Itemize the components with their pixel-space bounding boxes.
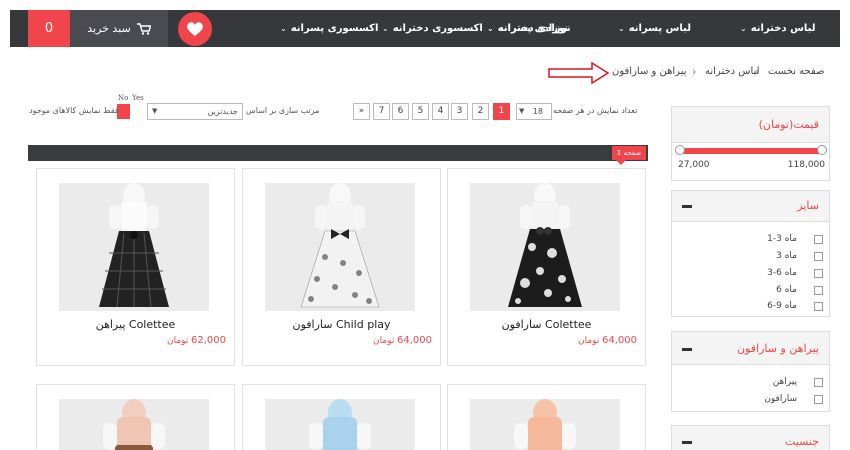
- cart-count-badge[interactable]: 0: [28, 10, 70, 47]
- page-3-button[interactable]: 3: [451, 103, 468, 120]
- annotation-arrow-icon: [548, 62, 610, 84]
- product-card[interactable]: پیراهن Colettee 62,000 تومان: [36, 168, 235, 366]
- price-min-handle[interactable]: [675, 145, 685, 155]
- nav-girls-clothing[interactable]: ⌄ لباس دخترانه: [740, 10, 815, 47]
- nav-girls-accessories[interactable]: ⌄ اکسسوری دخترانه: [382, 10, 483, 47]
- size-filter-panel: سایز 1-3 ماه 3 ماه 3-6 ماه 6 ماه 6-9 ماه: [671, 190, 830, 317]
- nav-boys-accessories[interactable]: ⌄ اکسسوری پسرانه: [280, 10, 378, 47]
- page-4-button[interactable]: 4: [432, 103, 449, 120]
- size-option: 1-3 ماه: [767, 234, 797, 244]
- sort-label: مرتب سازی بر اساس: [246, 106, 320, 115]
- product-grid-header: [28, 145, 648, 161]
- size-filter-title: سایز: [797, 199, 819, 212]
- product-name[interactable]: پیراهن Colettee: [37, 318, 234, 331]
- product-currency: تومان: [578, 336, 600, 346]
- product-image[interactable]: [59, 183, 209, 311]
- product-currency: تومان: [373, 336, 395, 346]
- breadcrumb-home[interactable]: صفحه نخست: [768, 66, 825, 77]
- breadcrumb-current: پیراهن و سارافون: [612, 66, 687, 77]
- category-checkbox[interactable]: [814, 378, 823, 387]
- nav-boys-clothing[interactable]: ⌄ لباس پسرانه: [618, 10, 691, 47]
- price-filter-title: قیمت(تومان): [758, 118, 819, 131]
- category-option: سارافون: [764, 394, 797, 404]
- page-indicator-badge: صفحه 1: [612, 146, 646, 160]
- toggle-yes-label: Yes: [132, 94, 144, 102]
- per-page-select[interactable]: ▼ 18: [516, 103, 552, 120]
- product-image[interactable]: [265, 399, 415, 450]
- per-page-label: تعداد نمایش در هر صفحه: [553, 106, 638, 115]
- size-option: 3-6 ماه: [767, 268, 797, 278]
- nav-baby-boys[interactable]: ⌄ نوزادی پسرانه: [487, 10, 568, 47]
- chevron-down-icon: ⌄: [382, 24, 389, 33]
- product-price: 64,000: [602, 335, 637, 346]
- collapse-icon[interactable]: [682, 205, 692, 208]
- toggle-no-label: No: [118, 94, 129, 102]
- page-2-button[interactable]: 2: [472, 103, 489, 120]
- product-image[interactable]: [470, 399, 620, 450]
- category-filter-panel: پیراهن و سارافون پیراهن سارافون: [671, 331, 830, 412]
- badge-pointer-icon: [616, 160, 626, 165]
- price-min-value: 27,000: [678, 160, 710, 170]
- chevron-down-icon: ⌄: [740, 24, 747, 33]
- cart-button[interactable]: سبد خرید: [70, 10, 168, 47]
- page-7-button[interactable]: 7: [373, 103, 390, 120]
- next-page-button[interactable]: »: [353, 103, 370, 120]
- size-option: 6 ماه: [776, 285, 797, 295]
- size-checkbox[interactable]: [814, 269, 823, 278]
- size-option: 6-9 ماه: [767, 301, 797, 311]
- price-max-value: 118,000: [787, 160, 825, 170]
- page-5-button[interactable]: 5: [412, 103, 429, 120]
- chevron-right-icon: ›: [692, 65, 697, 78]
- page-1-button[interactable]: 1: [493, 103, 510, 120]
- wishlist-button[interactable]: [178, 12, 212, 46]
- product-card[interactable]: سارافون Colettee 64,000 تومان: [447, 168, 646, 366]
- product-name[interactable]: سارافون Child play: [243, 318, 440, 331]
- product-image[interactable]: [470, 183, 620, 311]
- product-image[interactable]: [59, 399, 209, 450]
- size-checkbox[interactable]: [814, 286, 823, 295]
- collapse-icon[interactable]: [682, 441, 692, 444]
- product-currency: تومان: [167, 336, 189, 346]
- dropdown-arrow-icon: ▼: [152, 107, 158, 115]
- breadcrumb-girls-clothing[interactable]: لباس دخترانه: [705, 66, 760, 77]
- heart-icon: [187, 22, 203, 36]
- price-range-track[interactable]: [678, 148, 824, 154]
- size-option: 3 ماه: [776, 251, 797, 261]
- cart-label: سبد خرید: [87, 22, 131, 35]
- dropdown-arrow-icon: ▼: [519, 107, 525, 115]
- category-filter-title: پیراهن و سارافون: [737, 342, 819, 355]
- chevron-down-icon: ⌄: [487, 24, 494, 33]
- product-card[interactable]: [36, 384, 235, 450]
- cart-icon: [136, 22, 151, 35]
- chevron-down-icon: ⌄: [618, 24, 625, 33]
- gender-filter-panel: جنسیت: [671, 425, 830, 450]
- price-max-handle[interactable]: [817, 145, 827, 155]
- price-filter-panel: قیمت(تومان) 27,000 118,000: [671, 106, 830, 181]
- product-card[interactable]: [447, 384, 646, 450]
- page-6-button[interactable]: 6: [392, 103, 409, 120]
- product-price: 64,000: [397, 335, 432, 346]
- product-image[interactable]: [265, 183, 415, 311]
- size-checkbox[interactable]: [814, 235, 823, 244]
- sort-select[interactable]: ▼ جدیدترین: [147, 103, 243, 120]
- chevron-down-icon: ⌄: [280, 24, 287, 33]
- collapse-icon[interactable]: [682, 348, 692, 351]
- product-card[interactable]: [242, 384, 441, 450]
- in-stock-label: فقط نمایش کالاهای موجود: [29, 106, 119, 115]
- size-checkbox[interactable]: [814, 302, 823, 311]
- category-checkbox[interactable]: [814, 395, 823, 404]
- size-checkbox[interactable]: [814, 252, 823, 261]
- product-price: 62,000: [191, 335, 226, 346]
- product-name[interactable]: سارافون Colettee: [448, 318, 645, 331]
- category-option: پیراهن: [772, 377, 797, 387]
- product-card[interactable]: سارافون Child play 64,000 تومان: [242, 168, 441, 366]
- gender-filter-title: جنسیت: [784, 435, 819, 448]
